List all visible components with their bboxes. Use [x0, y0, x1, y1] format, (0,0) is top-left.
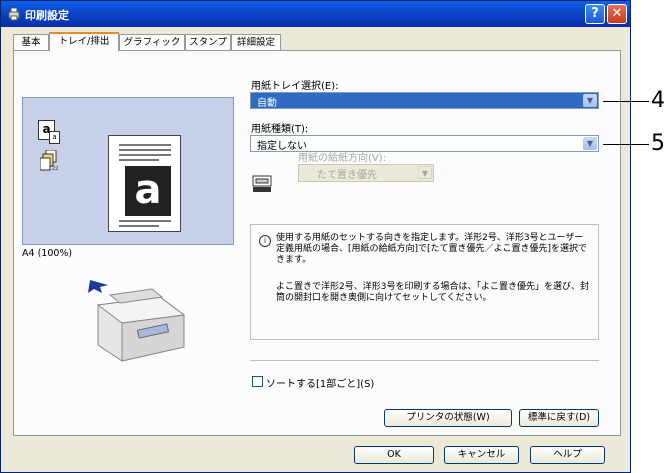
callout-line-4: [603, 101, 649, 102]
printer-illustration: [88, 280, 186, 362]
tab-advanced[interactable]: 詳細設定: [231, 34, 281, 50]
preview-page: a: [108, 135, 181, 232]
chevron-down-icon: ▼: [418, 166, 432, 179]
callout-5: 5: [651, 131, 665, 156]
mini-page-small-icon: a: [49, 131, 60, 144]
info-icon: i: [259, 235, 271, 247]
chevron-down-icon[interactable]: ▼: [583, 94, 597, 107]
tab-basic[interactable]: 基本: [13, 34, 49, 50]
divider: [250, 360, 599, 361]
paper-feed-icon: [252, 175, 272, 192]
feed-direction-label: 用紙の給紙方向(V):: [298, 153, 387, 164]
sort-checkbox[interactable]: [252, 376, 263, 387]
feed-direction-select[interactable]: たて置き優先 ▼: [298, 164, 434, 182]
ok-button[interactable]: OK: [354, 446, 434, 464]
printer-icon: [8, 7, 20, 21]
chevron-down-icon[interactable]: ▼: [583, 137, 597, 150]
page-preview: a a 222 a: [22, 97, 234, 245]
info-paragraph-1: 使用する用紙のセットする向きを指定します。洋形2号、洋形3号とユーザー定義用紙の…: [276, 233, 588, 265]
restore-defaults-button[interactable]: 標準に戻す(D): [519, 409, 599, 427]
paper-tray-label: 用紙トレイ選択(E):: [251, 81, 339, 92]
collate-stack-icon: 222: [40, 150, 58, 172]
info-box: i 使用する用紙のセットする向きを指定します。洋形2号、洋形3号とユーザー定義用…: [250, 224, 599, 340]
tab-graphics[interactable]: グラフィックス: [119, 34, 185, 63]
help-button[interactable]: ヘルプ: [530, 446, 605, 464]
info-paragraph-2: よこ置きで洋形2号、洋形3号を印刷する場合は、「よこ置き優先」を選び、封筒の開封…: [276, 282, 589, 303]
sort-checkbox-label[interactable]: ソートする[1部ごと](S): [266, 375, 374, 390]
close-button[interactable]: ✕: [607, 4, 627, 24]
paper-tray-select[interactable]: 自動 ▼: [250, 92, 599, 109]
tab-tray-output[interactable]: トレイ/排出: [49, 32, 119, 51]
cancel-button[interactable]: キャンセル: [444, 446, 519, 464]
callout-line-5: [603, 144, 649, 145]
svg-text:222: 222: [52, 166, 58, 172]
tab-stamp[interactable]: スタンプ: [185, 34, 231, 50]
printer-status-button[interactable]: プリンタの状態(W): [384, 409, 512, 427]
paper-type-label: 用紙種類(T):: [251, 124, 309, 135]
preview-letter-a: a: [125, 166, 171, 216]
window-title: 印刷設定: [25, 9, 69, 22]
paper-size-label: A4 (100%): [22, 248, 73, 259]
title-bar[interactable]: 印刷設定 ? ✕: [1, 1, 630, 27]
help-title-button[interactable]: ?: [585, 4, 605, 24]
callout-4: 4: [651, 88, 665, 113]
